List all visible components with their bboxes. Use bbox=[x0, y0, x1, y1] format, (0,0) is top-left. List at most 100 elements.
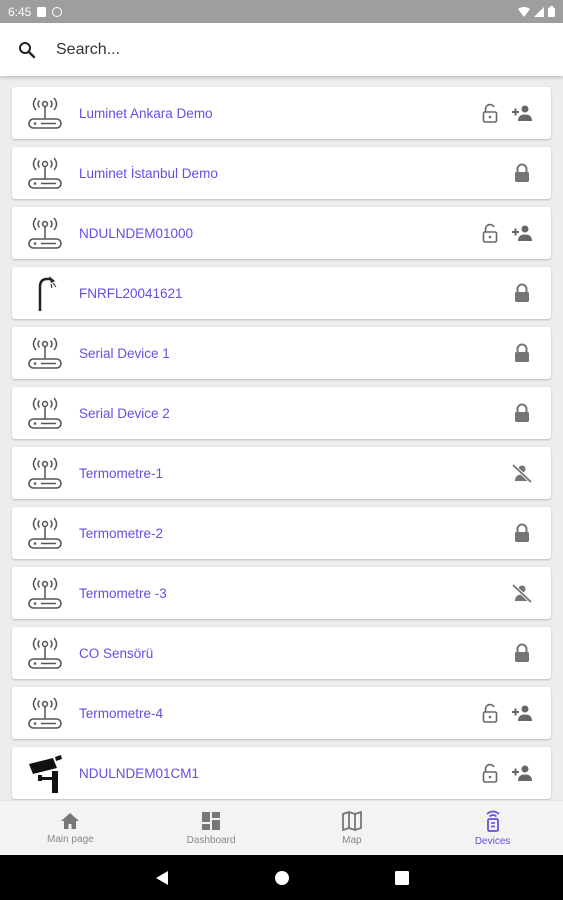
device-row[interactable]: Termometre -3 bbox=[12, 567, 551, 619]
device-actions bbox=[479, 702, 533, 724]
device-actions bbox=[479, 762, 533, 784]
system-navigation-bar bbox=[0, 855, 563, 900]
unlock-button[interactable] bbox=[479, 762, 501, 784]
device-name: Termometre-1 bbox=[79, 465, 164, 481]
device-actions bbox=[511, 342, 533, 364]
recents-icon[interactable] bbox=[394, 870, 409, 885]
router-icon bbox=[25, 213, 65, 253]
person-add-icon bbox=[511, 224, 533, 242]
person-add-icon bbox=[511, 704, 533, 722]
back-icon[interactable] bbox=[155, 870, 169, 886]
device-name: NDULNDEM01CM1 bbox=[79, 765, 200, 781]
device-row[interactable]: NDULNDEM01CM1 bbox=[12, 747, 551, 799]
router-icon bbox=[25, 513, 65, 553]
sd-card-icon bbox=[37, 6, 47, 17]
router-icon bbox=[25, 693, 65, 733]
device-row[interactable]: Termometre-2 bbox=[12, 507, 551, 559]
device-name: Termometre-4 bbox=[79, 705, 164, 721]
bottom-navigation: Main page Dashboard Map Devices bbox=[0, 800, 563, 855]
wifi-icon bbox=[518, 6, 530, 17]
search-icon[interactable] bbox=[17, 40, 37, 60]
add-user-button[interactable] bbox=[511, 702, 533, 724]
signal-icon bbox=[534, 6, 544, 17]
lock-icon bbox=[513, 643, 531, 663]
device-name: Luminet İstanbul Demo bbox=[79, 165, 218, 181]
device-row[interactable]: Termometre-1 bbox=[12, 447, 551, 499]
device-row[interactable]: Serial Device 1 bbox=[12, 327, 551, 379]
map-icon bbox=[341, 810, 362, 831]
device-name: Termometre-2 bbox=[79, 525, 164, 541]
device-actions bbox=[511, 522, 533, 544]
device-actions bbox=[511, 462, 533, 484]
search-bar bbox=[0, 23, 563, 76]
lock-button[interactable] bbox=[511, 162, 533, 184]
router-icon bbox=[25, 333, 65, 373]
router-icon bbox=[25, 153, 65, 193]
device-row[interactable]: Termometre-4 bbox=[12, 687, 551, 739]
device-name: Luminet Ankara Demo bbox=[79, 105, 213, 121]
remove-user-button[interactable] bbox=[511, 582, 533, 604]
device-actions bbox=[479, 222, 533, 244]
device-actions bbox=[479, 102, 533, 124]
router-icon bbox=[25, 633, 65, 673]
device-actions bbox=[511, 582, 533, 604]
nav-label: Map bbox=[342, 834, 362, 846]
unlock-button[interactable] bbox=[479, 102, 501, 124]
device-list: Luminet Ankara Demo Luminet İstanbul Demo… bbox=[0, 76, 563, 800]
device-row[interactable]: FNRFL20041621 bbox=[12, 267, 551, 319]
router-icon bbox=[25, 573, 65, 613]
lock-open-icon bbox=[481, 703, 499, 723]
router-icon bbox=[25, 393, 65, 433]
unlock-button[interactable] bbox=[479, 222, 501, 244]
lock-icon bbox=[513, 343, 531, 363]
nav-label: Dashboard bbox=[186, 834, 236, 846]
dashboard-icon bbox=[201, 811, 221, 831]
person-add-icon bbox=[511, 104, 533, 122]
lock-icon bbox=[513, 163, 531, 183]
device-actions bbox=[511, 162, 533, 184]
sync-icon bbox=[52, 6, 63, 17]
lock-button[interactable] bbox=[511, 282, 533, 304]
home-button-icon[interactable] bbox=[274, 870, 290, 886]
add-user-button[interactable] bbox=[511, 222, 533, 244]
nav-tab-map[interactable]: Map bbox=[282, 801, 423, 855]
street-light-icon bbox=[25, 273, 65, 313]
search-input[interactable] bbox=[56, 40, 496, 59]
lock-button[interactable] bbox=[511, 522, 533, 544]
lock-icon bbox=[513, 403, 531, 423]
router-icon bbox=[25, 93, 65, 133]
person-add-icon bbox=[511, 764, 533, 782]
lock-button[interactable] bbox=[511, 642, 533, 664]
lock-icon bbox=[513, 283, 531, 303]
device-name: NDULNDEM01000 bbox=[79, 225, 194, 241]
device-name: Serial Device 2 bbox=[79, 405, 170, 421]
lock-button[interactable] bbox=[511, 342, 533, 364]
unlock-button[interactable] bbox=[479, 702, 501, 724]
camera-icon bbox=[25, 753, 65, 793]
home-icon bbox=[60, 812, 80, 830]
device-name: FNRFL20041621 bbox=[79, 285, 183, 301]
device-row[interactable]: Luminet İstanbul Demo bbox=[12, 147, 551, 199]
lock-button[interactable] bbox=[511, 402, 533, 424]
remove-user-button[interactable] bbox=[511, 462, 533, 484]
nav-tab-dashboard[interactable]: Dashboard bbox=[141, 801, 282, 855]
router-icon bbox=[25, 453, 65, 493]
add-user-button[interactable] bbox=[511, 762, 533, 784]
battery-icon bbox=[548, 6, 555, 17]
device-row[interactable]: NDULNDEM01000 bbox=[12, 207, 551, 259]
add-user-button[interactable] bbox=[511, 102, 533, 124]
device-actions bbox=[511, 402, 533, 424]
device-row[interactable]: Luminet Ankara Demo bbox=[12, 87, 551, 139]
device-name: CO Sensörü bbox=[79, 645, 154, 661]
nav-tab-main-page[interactable]: Main page bbox=[0, 801, 141, 855]
nav-label: Devices bbox=[474, 835, 511, 847]
devices-icon bbox=[483, 810, 503, 832]
person-off-icon bbox=[511, 583, 533, 603]
device-actions bbox=[511, 282, 533, 304]
device-name: Serial Device 1 bbox=[79, 345, 170, 361]
nav-tab-devices[interactable]: Devices bbox=[422, 801, 563, 855]
device-row[interactable]: CO Sensörü bbox=[12, 627, 551, 679]
device-row[interactable]: Serial Device 2 bbox=[12, 387, 551, 439]
nav-label: Main page bbox=[47, 833, 94, 845]
lock-open-icon bbox=[481, 223, 499, 243]
